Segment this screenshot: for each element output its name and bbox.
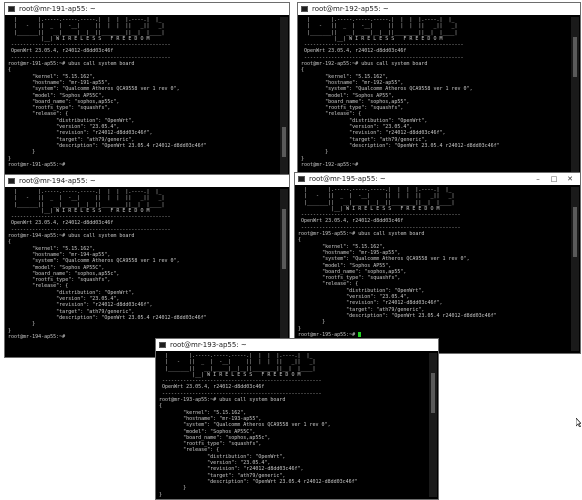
terminal-window-mr-195[interactable]: root@mr-195-ap55: ~ – □ ✕ | |.-----.----… <box>294 172 581 354</box>
window-titlebar[interactable]: root@mr-194-ap55: ~ <box>5 175 289 187</box>
window-title: root@mr-193-ap55: ~ <box>170 341 247 349</box>
terminal-line: root@mr-191-ap55:~# <box>8 161 69 168</box>
terminal-output[interactable]: | |.-----.-----.-----.| | | |.----.| |_ … <box>8 189 279 355</box>
text-cursor <box>358 331 362 337</box>
scrollbar-thumb[interactable] <box>573 37 577 77</box>
scrollbar-thumb[interactable] <box>573 207 577 257</box>
terminal-icon <box>159 342 166 348</box>
terminal-output[interactable]: | |.-----.-----.-----.| | | |.----.| |_ … <box>298 187 570 351</box>
terminal-icon <box>301 6 308 12</box>
terminal-window-mr-193[interactable]: root@mr-193-ap55: ~ | |.-----.-----.----… <box>155 338 439 500</box>
terminal-icon <box>8 178 15 184</box>
terminal-icon <box>298 176 305 182</box>
maximize-button[interactable]: □ <box>548 173 560 185</box>
scrollbar[interactable] <box>280 17 288 179</box>
terminal-window-mr-194[interactable]: root@mr-194-ap55: ~ | |.-----.-----.----… <box>4 174 290 358</box>
scrollbar[interactable] <box>429 353 437 497</box>
scrollbar[interactable] <box>571 187 579 351</box>
scrollbar[interactable] <box>571 17 579 179</box>
scrollbar-thumb[interactable] <box>431 373 435 413</box>
scrollbar-thumb[interactable] <box>282 209 286 269</box>
window-title: root@mr-194-ap55: ~ <box>19 177 96 185</box>
window-title: root@mr-191-ap55: ~ <box>19 5 96 13</box>
window-title: root@mr-192-ap55: ~ <box>312 5 389 13</box>
scrollbar-thumb[interactable] <box>282 127 286 157</box>
terminal-output[interactable]: | |.-----.-----.-----.| | | |.----.| |_ … <box>159 353 428 498</box>
window-title: root@mr-195-ap55: ~ <box>309 175 386 183</box>
terminal-window-mr-191[interactable]: root@mr-191-ap55: ~ | |.-----.-----.----… <box>4 2 290 182</box>
terminal-line: } <box>159 491 163 498</box>
terminal-icon <box>8 6 15 12</box>
window-titlebar[interactable]: root@mr-195-ap55: ~ – □ ✕ <box>295 173 580 185</box>
window-titlebar[interactable]: root@mr-192-ap55: ~ <box>298 3 580 15</box>
minimize-button[interactable]: – <box>532 173 544 185</box>
mouse-cursor-icon <box>576 418 581 427</box>
terminal-window-mr-192[interactable]: root@mr-192-ap55: ~ | |.-----.-----.----… <box>297 2 581 182</box>
terminal-line: root@mr-192-ap55:~# <box>301 161 362 168</box>
window-titlebar[interactable]: root@mr-191-ap55: ~ <box>5 3 289 15</box>
terminal-output[interactable]: | |.-----.-----.-----.| | | |.----.| |_ … <box>8 17 279 179</box>
terminal-output[interactable]: | |.-----.-----.-----.| | | |.----.| |_ … <box>301 17 570 179</box>
close-button[interactable]: ✕ <box>564 173 576 185</box>
scrollbar[interactable] <box>280 189 288 355</box>
window-titlebar[interactable]: root@mr-193-ap55: ~ <box>156 339 438 351</box>
